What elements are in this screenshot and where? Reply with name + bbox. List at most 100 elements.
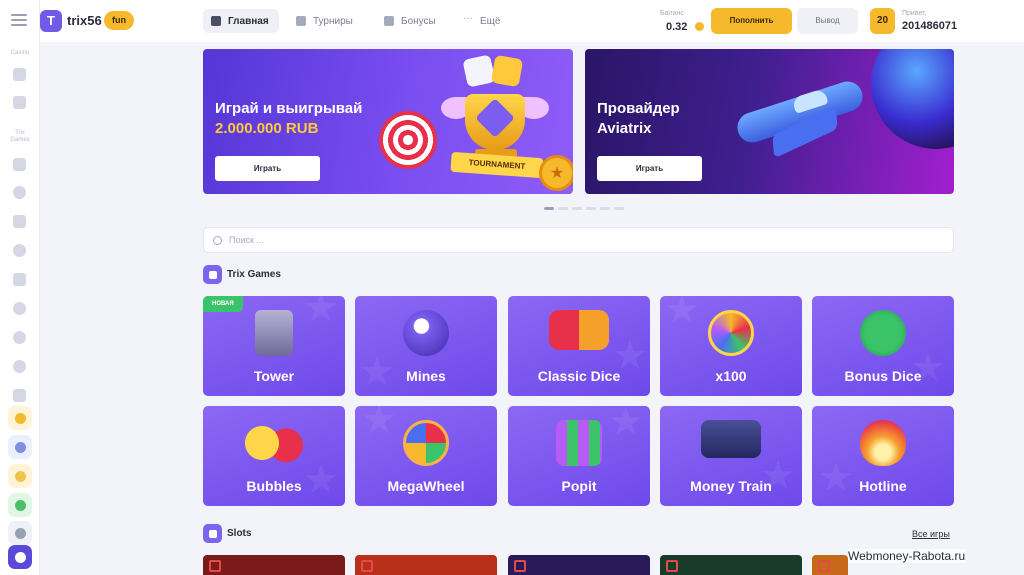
game-title: x100 — [715, 368, 747, 384]
greeting-label: Привет, — [902, 10, 927, 17]
provider-icon — [666, 560, 678, 572]
game-title: Hotline — [859, 478, 907, 494]
crash-icon[interactable] — [13, 244, 26, 257]
tournament-button[interactable] — [8, 406, 32, 430]
fire-icon — [860, 420, 906, 466]
game-card-mines[interactable]: ★ Mines — [355, 296, 497, 396]
game-card-hotline[interactable]: ★ Hotline — [812, 406, 954, 506]
popit-icon[interactable] — [13, 389, 26, 402]
fun-badge: fun — [104, 11, 134, 30]
game-card-popit[interactable]: ★ Popit — [508, 406, 650, 506]
trix-games-icon — [203, 265, 222, 284]
game-title: Bubbles — [246, 478, 302, 494]
logo-text[interactable]: trix56 — [67, 13, 102, 28]
tower-icon — [255, 310, 293, 356]
dice-icon — [549, 310, 609, 350]
level-badge[interactable]: 20 — [870, 8, 895, 34]
game-title: Classic Dice — [537, 368, 621, 384]
watermark: Webmoney-Rabota.ru — [848, 549, 966, 563]
provider-icon — [514, 560, 526, 572]
all-games-link[interactable]: Все игры — [912, 529, 950, 539]
nav-more[interactable]: ··· Ещё — [455, 9, 510, 33]
slots-icon — [203, 524, 222, 543]
nav-home[interactable]: Главная — [203, 9, 279, 33]
game-card-x100[interactable]: ★ x100 — [660, 296, 802, 396]
dice-icon — [462, 54, 496, 88]
slot-card[interactable] — [355, 555, 497, 575]
game-card-money-train[interactable]: ★ Money Train — [660, 406, 802, 506]
sun-icon[interactable] — [8, 545, 32, 569]
balance-label: Баланс — [660, 10, 684, 17]
slot-card[interactable] — [508, 555, 650, 575]
game-card-classic-dice[interactable]: ★ Classic Dice — [508, 296, 650, 396]
carousel-dots — [544, 207, 624, 210]
lollipop-icon — [379, 111, 437, 169]
dice-icon[interactable] — [13, 215, 26, 228]
nav-bonuses[interactable]: Бонусы — [376, 9, 446, 33]
trophy-icon — [296, 16, 306, 26]
nav-tournaments[interactable]: Турниры — [288, 9, 363, 33]
deposit-button[interactable]: Пополнить — [711, 8, 792, 34]
carousel-dot[interactable] — [558, 207, 568, 210]
slot-card[interactable] — [812, 555, 848, 575]
section-title-slots: Slots — [227, 528, 252, 539]
bomb-icon — [403, 310, 449, 356]
game-title: MegaWheel — [387, 478, 465, 494]
tournament-ribbon: TOURNAMENT — [450, 151, 544, 179]
sidebar-section-trix-games: Trix Games — [10, 130, 30, 143]
gift-button[interactable] — [8, 464, 32, 488]
megawheel-icon[interactable] — [13, 360, 26, 373]
banner-play-button[interactable]: Играть — [597, 156, 702, 181]
withdraw-button[interactable]: Вывод — [797, 8, 858, 34]
game-card-bonus-dice[interactable]: ★ Bonus Dice — [812, 296, 954, 396]
logo-icon[interactable]: T — [40, 10, 62, 32]
banner-play-button[interactable]: Играть — [215, 156, 320, 181]
provider-icon — [209, 560, 221, 572]
search-icon — [213, 236, 222, 245]
carousel-dot[interactable] — [614, 207, 624, 210]
carousel-dot[interactable] — [544, 207, 554, 210]
moon-icon[interactable] — [8, 521, 32, 545]
clover-icon — [860, 310, 906, 356]
bonus-dice-icon[interactable] — [13, 302, 26, 315]
game-title: Mines — [406, 368, 446, 384]
provider-icon — [818, 560, 830, 572]
menu-icon[interactable] — [11, 14, 27, 26]
bubbles-icon[interactable] — [13, 331, 26, 344]
dice-icon — [490, 54, 524, 88]
tournament-banner[interactable]: TOURNAMENT ★ Играй и выигрывай 2.000.000… — [203, 49, 573, 194]
wheel-icon — [403, 420, 449, 466]
banner-title: Играй и выигрывай 2.000.000 RUB — [215, 100, 363, 137]
slot-card[interactable] — [203, 555, 345, 575]
star-coin-icon: ★ — [539, 155, 573, 191]
tower-icon[interactable] — [13, 158, 26, 171]
banner-title: Провайдер Aviatrix — [597, 100, 680, 137]
aviatrix-banner[interactable]: Провайдер Aviatrix Играть — [585, 49, 954, 194]
sidebar-section-casino: Casino — [10, 50, 30, 56]
game-card-tower[interactable]: ★ Tower НОВАЯ — [203, 296, 345, 396]
coin-icon — [695, 22, 704, 31]
section-title-trix-games: Trix Games — [227, 269, 281, 280]
game-title: Popit — [561, 478, 597, 494]
carousel-dot[interactable] — [572, 207, 582, 210]
wheel-icon — [708, 310, 754, 356]
search-input[interactable] — [229, 232, 929, 248]
provider-icon — [361, 560, 373, 572]
planet-icon — [871, 49, 954, 149]
casino-games-icon[interactable] — [13, 68, 26, 81]
game-title: Money Train — [690, 478, 772, 494]
game-card-bubbles[interactable]: ★ Bubbles — [203, 406, 345, 506]
game-title: Tower — [253, 368, 295, 384]
game-title: Bonus Dice — [844, 368, 922, 384]
chat-button[interactable] — [8, 493, 32, 517]
x100-icon[interactable] — [13, 273, 26, 286]
game-card-megawheel[interactable]: ★ MegaWheel — [355, 406, 497, 506]
mines-icon[interactable] — [13, 186, 26, 199]
carousel-dot[interactable] — [600, 207, 610, 210]
smiley-icon — [244, 420, 304, 466]
referral-button[interactable] — [8, 435, 32, 459]
carousel-dot[interactable] — [586, 207, 596, 210]
live-casino-icon[interactable] — [13, 96, 26, 109]
slot-card[interactable] — [660, 555, 802, 575]
user-id[interactable]: 201486071 — [902, 20, 957, 32]
